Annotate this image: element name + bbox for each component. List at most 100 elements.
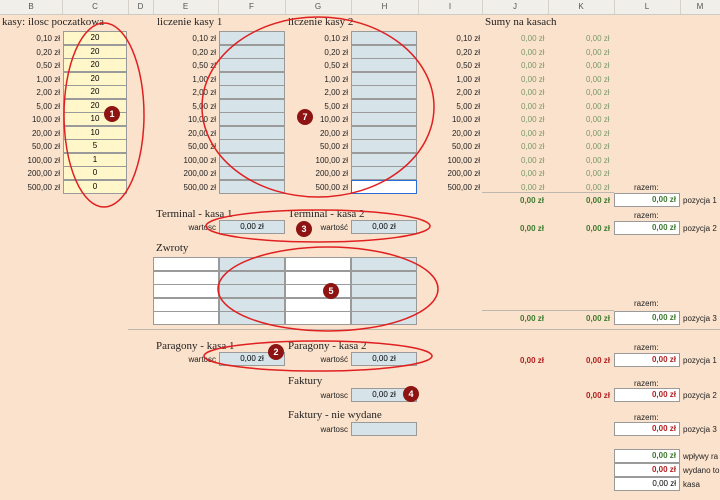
returns-cell[interactable] bbox=[285, 271, 351, 285]
register-1-count-cell[interactable] bbox=[219, 99, 285, 113]
register-2-count-cell[interactable] bbox=[351, 99, 417, 113]
terminal-1-value-input[interactable]: 0,00 zł bbox=[219, 220, 285, 234]
denom-label-register-1: 20,00 zł bbox=[187, 129, 216, 138]
summary-cash[interactable]: 0,00 zł bbox=[614, 477, 680, 491]
register-1-count-cell[interactable] bbox=[219, 153, 285, 167]
register-2-count-cell[interactable] bbox=[351, 126, 417, 140]
summary-income[interactable]: 0,00 zł bbox=[614, 449, 680, 463]
returns-cell[interactable] bbox=[153, 284, 219, 298]
returns-cell[interactable] bbox=[351, 284, 417, 298]
invoices-unissued-value-input[interactable] bbox=[351, 422, 417, 436]
register-2-count-cell[interactable] bbox=[351, 31, 417, 45]
terminal-2-value-input[interactable]: 0,00 zł bbox=[351, 220, 417, 234]
initial-count-cell[interactable]: 20 bbox=[63, 45, 127, 59]
returns-cell[interactable] bbox=[285, 311, 351, 325]
initial-count-cell[interactable]: 10 bbox=[63, 126, 127, 140]
returns-cell[interactable] bbox=[219, 298, 285, 312]
column-header-c[interactable]: C bbox=[62, 0, 129, 14]
terminal-2-value-label: wartość bbox=[320, 223, 348, 232]
sum-cell-k: 0,00 zł bbox=[586, 156, 610, 165]
column-header-j[interactable]: J bbox=[482, 0, 549, 14]
denom-label-sums: 200,00 zł bbox=[447, 169, 480, 178]
denom-label-sums: 0,10 zł bbox=[456, 34, 480, 43]
column-header-g[interactable]: G bbox=[285, 0, 352, 14]
returns-cell[interactable] bbox=[153, 298, 219, 312]
register-2-count-cell[interactable] bbox=[351, 139, 417, 153]
register-2-count-cell[interactable] bbox=[351, 58, 417, 72]
invoices-unissued-value-label: wartosc bbox=[320, 425, 348, 434]
column-header-f[interactable]: F bbox=[218, 0, 286, 14]
denom-label-sums: 20,00 zł bbox=[451, 129, 480, 138]
razem-value-2[interactable]: 0,00 zł bbox=[614, 221, 680, 235]
returns-cell[interactable] bbox=[351, 311, 417, 325]
register-2-count-cell[interactable] bbox=[351, 85, 417, 99]
register-1-count-cell[interactable] bbox=[219, 58, 285, 72]
returns-total-k: 0,00 zł bbox=[586, 314, 611, 323]
initial-count-cell[interactable]: 5 bbox=[63, 139, 127, 153]
summary-issued[interactable]: 0,00 zł bbox=[614, 463, 680, 477]
sum-cell-k: 0,00 zł bbox=[586, 129, 610, 138]
razem-value-6[interactable]: 0,00 zł bbox=[614, 422, 680, 436]
divider-returns bbox=[482, 310, 614, 311]
returns-cell[interactable] bbox=[219, 284, 285, 298]
returns-cell[interactable] bbox=[153, 257, 219, 271]
sum-cell-k: 0,00 zł bbox=[586, 34, 610, 43]
register-1-count-cell[interactable] bbox=[219, 72, 285, 86]
register-2-count-cell[interactable] bbox=[351, 112, 417, 126]
sum-cell-k: 0,00 zł bbox=[586, 48, 610, 57]
returns-cell[interactable] bbox=[285, 298, 351, 312]
denom-label-register-1: 100,00 zł bbox=[183, 156, 216, 165]
receipts-2-value-input[interactable]: 0,00 zł bbox=[351, 352, 417, 366]
initial-count-cell[interactable]: 0 bbox=[63, 166, 127, 180]
razem-value-4[interactable]: 0,00 zł bbox=[614, 353, 680, 367]
pozycja-2-label: pozycja 2 bbox=[683, 224, 717, 233]
returns-cell[interactable] bbox=[153, 311, 219, 325]
register-1-count-cell[interactable] bbox=[219, 31, 285, 45]
returns-cell[interactable] bbox=[219, 311, 285, 325]
register-1-count-cell[interactable] bbox=[219, 166, 285, 180]
razem-value-3[interactable]: 0,00 zł bbox=[614, 311, 680, 325]
register-2-count-cell[interactable] bbox=[351, 72, 417, 86]
denom-label-initial: 2,00 zł bbox=[36, 88, 60, 97]
sum-cell-j: 0,00 zł bbox=[521, 156, 545, 165]
sum-cell-k: 0,00 zł bbox=[586, 102, 610, 111]
register-2-count-cell[interactable] bbox=[351, 180, 417, 194]
razem-value-1[interactable]: 0,00 zł bbox=[614, 193, 680, 207]
initial-count-cell[interactable]: 20 bbox=[63, 85, 127, 99]
returns-cell[interactable] bbox=[351, 257, 417, 271]
column-header-h[interactable]: H bbox=[351, 0, 419, 14]
initial-count-cell[interactable]: 0 bbox=[63, 180, 127, 194]
register-2-count-cell[interactable] bbox=[351, 166, 417, 180]
register-1-count-cell[interactable] bbox=[219, 126, 285, 140]
register-1-count-cell[interactable] bbox=[219, 45, 285, 59]
returns-cell[interactable] bbox=[285, 284, 351, 298]
register-1-count-cell[interactable] bbox=[219, 139, 285, 153]
initial-count-cell[interactable]: 1 bbox=[63, 153, 127, 167]
register-2-count-cell[interactable] bbox=[351, 45, 417, 59]
column-header-m[interactable]: M bbox=[680, 0, 720, 14]
denom-label-register-2: 5,00 zł bbox=[324, 102, 348, 111]
register-2-count-cell[interactable] bbox=[351, 153, 417, 167]
initial-count-cell[interactable]: 20 bbox=[63, 31, 127, 45]
initial-count-cell[interactable]: 20 bbox=[63, 72, 127, 86]
column-header-d[interactable]: D bbox=[128, 0, 154, 14]
receipts-total-k: 0,00 zł bbox=[586, 356, 611, 365]
returns-cell[interactable] bbox=[285, 257, 351, 271]
initial-count-cell[interactable]: 20 bbox=[63, 58, 127, 72]
returns-cell[interactable] bbox=[153, 271, 219, 285]
razem-value-5[interactable]: 0,00 zł bbox=[614, 388, 680, 402]
column-header-k[interactable]: K bbox=[548, 0, 615, 14]
register-1-count-cell[interactable] bbox=[219, 112, 285, 126]
register-1-count-cell[interactable] bbox=[219, 85, 285, 99]
column-header-b[interactable]: B bbox=[0, 0, 63, 14]
returns-cell[interactable] bbox=[219, 257, 285, 271]
returns-cell[interactable] bbox=[219, 271, 285, 285]
returns-cell[interactable] bbox=[351, 298, 417, 312]
returns-cell[interactable] bbox=[351, 271, 417, 285]
title-invoices: Faktury bbox=[288, 375, 323, 387]
column-header-e[interactable]: E bbox=[153, 0, 219, 14]
column-header-i[interactable]: I bbox=[418, 0, 483, 14]
sum-cell-j: 0,00 zł bbox=[521, 129, 545, 138]
column-header-l[interactable]: L bbox=[614, 0, 681, 14]
register-1-count-cell[interactable] bbox=[219, 180, 285, 194]
